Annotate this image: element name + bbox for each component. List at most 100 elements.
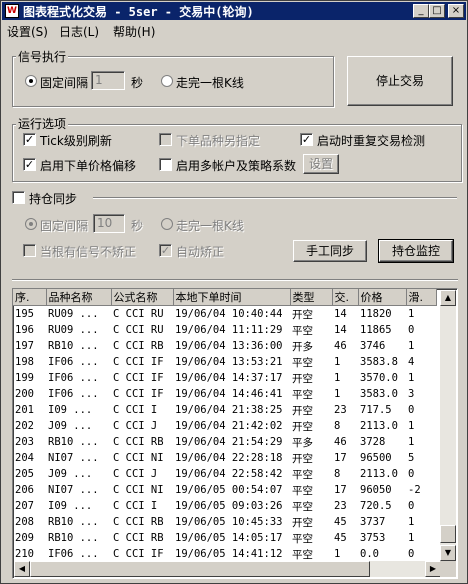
- position-monitor-button[interactable]: 持仓监控: [378, 239, 454, 263]
- position-sync-checkbox[interactable]: [12, 191, 25, 204]
- table-cell: 14: [334, 308, 347, 320]
- table-row[interactable]: 196 RU09 ... C CCI RU 19/06/04 11:11:29 平空 14…: [13, 322, 436, 338]
- col-header-slippage[interactable]: 滑.: [406, 289, 437, 306]
- table-row[interactable]: 210 IF06 ... C CCI IF 19/06/05 14:41:12 平空 1 0…: [13, 546, 436, 562]
- table-cell: 开多: [292, 340, 313, 353]
- table-cell: 平空: [292, 532, 313, 545]
- table-row[interactable]: 199 IF06 ... C CCI IF 19/06/04 14:37:17 开空 1 3…: [13, 370, 436, 386]
- col-header-seq[interactable]: 序.: [13, 289, 47, 306]
- menu-settings[interactable]: 设置(S): [7, 23, 48, 40]
- table-row[interactable]: 201 I09 ... C CCI I 19/06/04 21:38:25 开空 23 71…: [13, 402, 436, 418]
- table-cell: C CCI RU: [113, 308, 164, 320]
- table-row[interactable]: 198 IF06 ... C CCI IF 19/06/04 13:53:21 平空 1 3…: [13, 354, 436, 370]
- col-header-price[interactable]: 价格: [358, 289, 407, 306]
- trade-log-list[interactable]: 序. 品种名称 公式名称 本地下单时间 类型 交. 价格 滑. 195 RU09 …: [12, 288, 458, 579]
- scroll-down-icon[interactable]: ▼: [440, 545, 456, 561]
- table-cell: I09 ...: [48, 404, 93, 416]
- alt-product-checkbox[interactable]: [159, 133, 172, 146]
- col-header-formula[interactable]: 公式名称: [111, 289, 174, 306]
- minimize-button[interactable]: _: [413, 4, 429, 18]
- table-cell: 45: [334, 516, 347, 528]
- table-cell: 14: [334, 324, 347, 336]
- table-cell: 开空: [292, 516, 313, 529]
- table-cell: C CCI RB: [113, 340, 164, 352]
- table-cell: 3746: [360, 340, 386, 352]
- table-row[interactable]: 208 RB10 ... C CCI RB 19/06/05 10:45:33 开空 45…: [13, 514, 436, 530]
- table-cell: 19/06/04 21:42:02: [175, 420, 283, 432]
- close-button[interactable]: ×: [448, 4, 464, 18]
- auto-correct-checkbox[interactable]: ✓: [159, 244, 172, 257]
- tick-refresh-label: Tick级别刷新: [40, 134, 112, 148]
- table-cell: RU09 ...: [48, 324, 99, 336]
- vertical-scrollbar[interactable]: ▲ ▼: [440, 290, 456, 561]
- title-bar[interactable]: W 图表程式化交易 - 5ser - 交易中(轮询) _ □ ×: [2, 2, 466, 20]
- horizontal-scrollbar[interactable]: ◀ ▶: [14, 561, 441, 577]
- stop-trading-button[interactable]: 停止交易: [347, 56, 453, 106]
- table-cell: 开空: [292, 452, 313, 465]
- fixed-interval-radio[interactable]: [25, 75, 37, 87]
- table-cell: 1: [408, 372, 415, 384]
- table-row[interactable]: 197 RB10 ... C CCI RB 19/06/04 13:36:00 开多 46…: [13, 338, 436, 354]
- table-cell: 204: [15, 452, 34, 464]
- table-cell: RB10 ...: [48, 532, 99, 544]
- table-cell: 19/06/04 14:46:41: [175, 388, 283, 400]
- table-cell: 3583.0: [360, 388, 398, 400]
- table-cell: 1: [408, 340, 415, 352]
- table-cell: 0: [408, 548, 415, 560]
- sync-bar-complete-radio[interactable]: [161, 218, 173, 230]
- price-offset-checkbox[interactable]: ✓: [23, 158, 36, 171]
- auto-correct-label: 自动矫正: [176, 245, 225, 259]
- table-cell: IF06 ...: [48, 356, 99, 368]
- table-cell: C CCI IF: [113, 548, 164, 560]
- sync-fixed-interval-radio[interactable]: [25, 218, 37, 230]
- maximize-button[interactable]: □: [429, 4, 445, 18]
- scroll-right-icon[interactable]: ▶: [425, 561, 441, 577]
- col-header-product[interactable]: 品种名称: [46, 289, 112, 306]
- position-sync-separator: [93, 197, 457, 199]
- bar-complete-radio[interactable]: [161, 75, 173, 87]
- table-cell: -2: [408, 484, 421, 496]
- multi-account-checkbox[interactable]: [159, 158, 172, 171]
- tick-refresh-checkbox[interactable]: ✓: [23, 133, 36, 146]
- table-cell: 19/06/04 13:36:00: [175, 340, 283, 352]
- table-cell: 平空: [292, 356, 313, 369]
- settings-button[interactable]: 设置: [303, 154, 339, 174]
- table-cell: 1: [408, 308, 415, 320]
- manual-sync-button[interactable]: 手工同步: [293, 240, 367, 262]
- table-row[interactable]: 203 RB10 ... C CCI RB 19/06/04 21:54:29 平多 46…: [13, 434, 436, 450]
- table-row[interactable]: 195 RU09 ... C CCI RU 19/06/04 10:40:44 开空 14…: [13, 306, 436, 323]
- table-cell: NI07 ...: [48, 452, 99, 464]
- col-header-time[interactable]: 本地下单时间: [173, 289, 291, 306]
- table-cell: RB10 ...: [48, 516, 99, 528]
- table-cell: 205: [15, 468, 34, 480]
- table-row[interactable]: 202 J09 ... C CCI J 19/06/04 21:42:02 开空 8 211…: [13, 418, 436, 434]
- scroll-thumb[interactable]: [440, 525, 456, 543]
- table-row[interactable]: 209 RB10 ... C CCI RB 19/06/05 14:05:17 平空 45…: [13, 530, 436, 546]
- table-cell: 2113.0: [360, 420, 398, 432]
- menu-log[interactable]: 日志(L): [59, 23, 99, 40]
- signal-interval-input[interactable]: 1: [91, 71, 125, 90]
- col-header-type[interactable]: 类型: [290, 289, 333, 306]
- table-row[interactable]: 205 J09 ... C CCI J 19/06/04 22:58:42 平空 8 211…: [13, 466, 436, 482]
- table-cell: 19/06/04 10:40:44: [175, 308, 283, 320]
- menu-help[interactable]: 帮助(H): [113, 23, 155, 40]
- table-cell: 3737: [360, 516, 386, 528]
- sync-interval-input[interactable]: 10: [93, 214, 125, 233]
- table-cell: 19/06/05 10:45:33: [175, 516, 283, 528]
- col-header-qty[interactable]: 交.: [332, 289, 359, 306]
- table-cell: 46: [334, 436, 347, 448]
- table-cell: 19/06/04 21:54:29: [175, 436, 283, 448]
- table-cell: 19/06/05 14:41:12: [175, 548, 283, 560]
- table-row[interactable]: 204 NI07 ... C CCI NI 19/06/04 22:28:18 开空 17…: [13, 450, 436, 466]
- no-correct-checkbox[interactable]: [23, 244, 36, 257]
- hscroll-thumb[interactable]: [30, 561, 370, 577]
- table-row[interactable]: 207 I09 ... C CCI I 19/06/05 09:03:26 平空 23 72…: [13, 498, 436, 514]
- list-separator: [12, 279, 458, 281]
- table-cell: 717.5: [360, 404, 392, 416]
- scroll-left-icon[interactable]: ◀: [14, 561, 30, 577]
- table-cell: IF06 ...: [48, 388, 99, 400]
- restart-check-checkbox[interactable]: ✓: [300, 133, 313, 146]
- table-row[interactable]: 200 IF06 ... C CCI IF 19/06/04 14:46:41 平空 1 3…: [13, 386, 436, 402]
- scroll-up-icon[interactable]: ▲: [440, 290, 456, 306]
- table-row[interactable]: 206 NI07 ... C CCI NI 19/06/05 00:54:07 平空 17…: [13, 482, 436, 498]
